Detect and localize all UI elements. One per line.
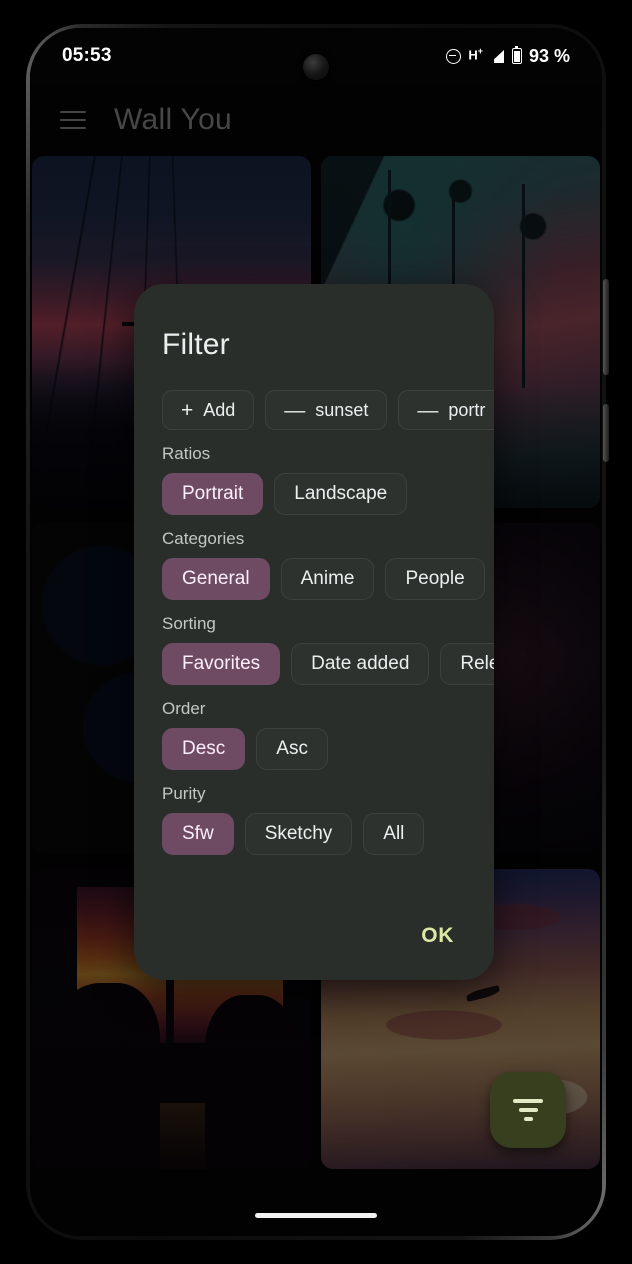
tag-label-sunset: sunset — [315, 399, 369, 420]
chip-all[interactable]: All — [363, 813, 425, 855]
filter-fab-button[interactable] — [490, 1072, 566, 1148]
minus-icon: — — [284, 398, 306, 422]
chip-sketchy[interactable]: Sketchy — [244, 813, 353, 855]
dialog-title: Filter — [162, 328, 230, 361]
chip-desc[interactable]: Desc — [162, 728, 246, 770]
tag-label-portrait: portr — [448, 399, 486, 420]
section-ratios: Ratios Portrait Landscape — [134, 430, 494, 515]
chip-row-categories: General Anime People — [162, 558, 494, 600]
gesture-nav-bar — [30, 1192, 602, 1236]
gesture-home-pill[interactable] — [255, 1213, 377, 1218]
chip-date-added[interactable]: Date added — [291, 643, 430, 685]
add-tag-label: Add — [203, 399, 236, 420]
chip-general[interactable]: General — [162, 558, 270, 600]
dialog-actions: OK — [411, 916, 464, 956]
chip-row-ratios: Portrait Landscape — [162, 473, 494, 515]
network-type-label: H+ — [468, 46, 483, 62]
chip-relevance[interactable]: Rele — [440, 643, 494, 685]
front-camera-punch-hole — [303, 54, 329, 80]
chip-favorites[interactable]: Favorites — [162, 643, 281, 685]
status-icons: H+ 93 % — [446, 46, 570, 67]
section-label-purity: Purity — [162, 784, 206, 803]
section-order: Order Desc Asc — [134, 685, 494, 770]
chip-anime[interactable]: Anime — [280, 558, 375, 600]
section-purity: Purity Sfw Sketchy All — [134, 770, 494, 855]
filter-funnel-icon-bar — [518, 1108, 538, 1112]
section-label-categories: Categories — [162, 529, 245, 548]
filter-funnel-icon-bar — [523, 1117, 533, 1121]
battery-percent-label: 93 % — [528, 45, 570, 66]
signal-bars-icon — [488, 49, 505, 63]
add-tag-chip[interactable]: + Add — [162, 390, 255, 430]
volume-button[interactable] — [603, 279, 609, 375]
chip-asc[interactable]: Asc — [256, 728, 328, 770]
remove-tag-chip-sunset[interactable]: — sunset — [265, 390, 388, 430]
battery-icon — [511, 46, 522, 64]
filter-dialog: Filter + Add — sunset — portr Ratios Por… — [134, 284, 494, 980]
tag-chip-row[interactable]: + Add — sunset — portr — [134, 362, 494, 430]
plus-icon: + — [181, 398, 194, 422]
chip-row-sorting: Favorites Date added Rele — [162, 643, 494, 685]
chip-row-purity: Sfw Sketchy All — [162, 813, 494, 855]
status-clock: 05:53 — [62, 45, 112, 66]
power-button[interactable] — [603, 404, 609, 462]
ok-button[interactable]: OK — [411, 916, 464, 956]
section-label-sorting: Sorting — [162, 614, 216, 633]
filter-funnel-icon-bar — [513, 1099, 543, 1103]
section-label-ratios: Ratios — [162, 444, 211, 463]
phone-screen: Wall You 05:53 H+ 93 % Filter — [30, 28, 602, 1236]
chip-people[interactable]: People — [385, 558, 485, 600]
section-label-order: Order — [162, 699, 206, 718]
chip-landscape[interactable]: Landscape — [274, 473, 408, 515]
section-sorting: Sorting Favorites Date added Rele — [134, 600, 494, 685]
screenshot-root: Wall You 05:53 H+ 93 % Filter — [0, 0, 632, 1264]
chip-portrait[interactable]: Portrait — [162, 473, 264, 515]
do-not-disturb-icon — [446, 48, 462, 64]
network-type-text: H — [468, 47, 478, 63]
section-categories: Categories General Anime People — [134, 515, 494, 600]
network-type-sup: + — [477, 45, 483, 56]
chip-sfw[interactable]: Sfw — [162, 813, 234, 855]
minus-icon: — — [417, 398, 439, 422]
chip-row-order: Desc Asc — [162, 728, 494, 770]
remove-tag-chip-portrait[interactable]: — portr — [398, 390, 494, 430]
